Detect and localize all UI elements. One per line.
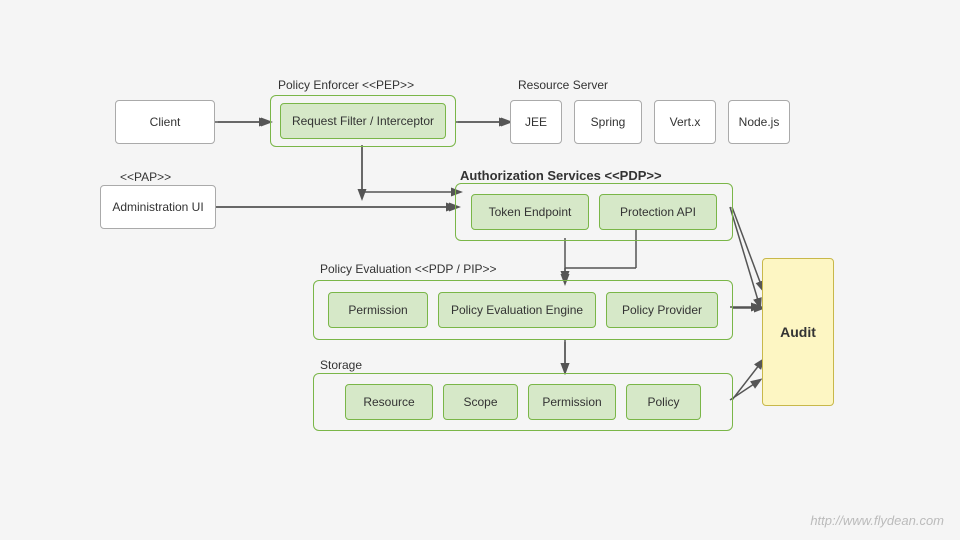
permission-label: Permission xyxy=(348,303,407,317)
pap-label: <<PAP>> xyxy=(120,170,171,184)
scope-label: Scope xyxy=(463,395,497,409)
pdp-outer-box: Token Endpoint Protection API xyxy=(455,183,733,241)
policy-box: Policy xyxy=(626,384,701,420)
pep-inner-box: Request Filter / Interceptor xyxy=(280,103,446,139)
policy-eval-engine-box: Policy Evaluation Engine xyxy=(438,292,596,328)
resource-server-label: Resource Server xyxy=(518,78,608,92)
storage-permission-box: Permission xyxy=(528,384,616,420)
nodejs-box: Node.js xyxy=(728,100,790,144)
audit-box: Audit xyxy=(762,258,834,406)
vertx-box: Vert.x xyxy=(654,100,716,144)
admin-ui-box: Administration UI xyxy=(100,185,216,229)
token-endpoint-box: Token Endpoint xyxy=(471,194,589,230)
pep-outer-box: Request Filter / Interceptor xyxy=(270,95,456,147)
jee-box: JEE xyxy=(510,100,562,144)
pdp-label: Authorization Services <<PDP>> xyxy=(460,168,662,183)
spring-box: Spring xyxy=(574,100,642,144)
resource-label: Resource xyxy=(363,395,414,409)
scope-box: Scope xyxy=(443,384,518,420)
policy-provider-label: Policy Provider xyxy=(622,303,702,317)
policy-eval-outer-box: Permission Policy Evaluation Engine Poli… xyxy=(313,280,733,340)
policy-provider-box: Policy Provider xyxy=(606,292,718,328)
pep-box-label: Request Filter / Interceptor xyxy=(292,114,434,128)
token-endpoint-label: Token Endpoint xyxy=(489,205,572,219)
resource-box: Resource xyxy=(345,384,433,420)
audit-label: Audit xyxy=(780,324,816,340)
pep-label: Policy Enforcer <<PEP>> xyxy=(278,78,414,92)
admin-ui-label: Administration UI xyxy=(112,200,203,214)
protection-api-label: Protection API xyxy=(620,205,696,219)
watermark: http://www.flydean.com xyxy=(810,513,944,528)
policy-eval-label: Policy Evaluation <<PDP / PIP>> xyxy=(320,262,497,276)
client-label: Client xyxy=(150,115,181,129)
storage-permission-label: Permission xyxy=(542,395,601,409)
client-box: Client xyxy=(115,100,215,144)
policy-label: Policy xyxy=(647,395,679,409)
policy-eval-engine-label: Policy Evaluation Engine xyxy=(451,303,583,317)
storage-outer-box: Resource Scope Permission Policy xyxy=(313,373,733,431)
diagram: Client Policy Enforcer <<PEP>> Request F… xyxy=(0,0,960,540)
permission-box: Permission xyxy=(328,292,428,328)
storage-label: Storage xyxy=(320,358,362,372)
protection-api-box: Protection API xyxy=(599,194,717,230)
